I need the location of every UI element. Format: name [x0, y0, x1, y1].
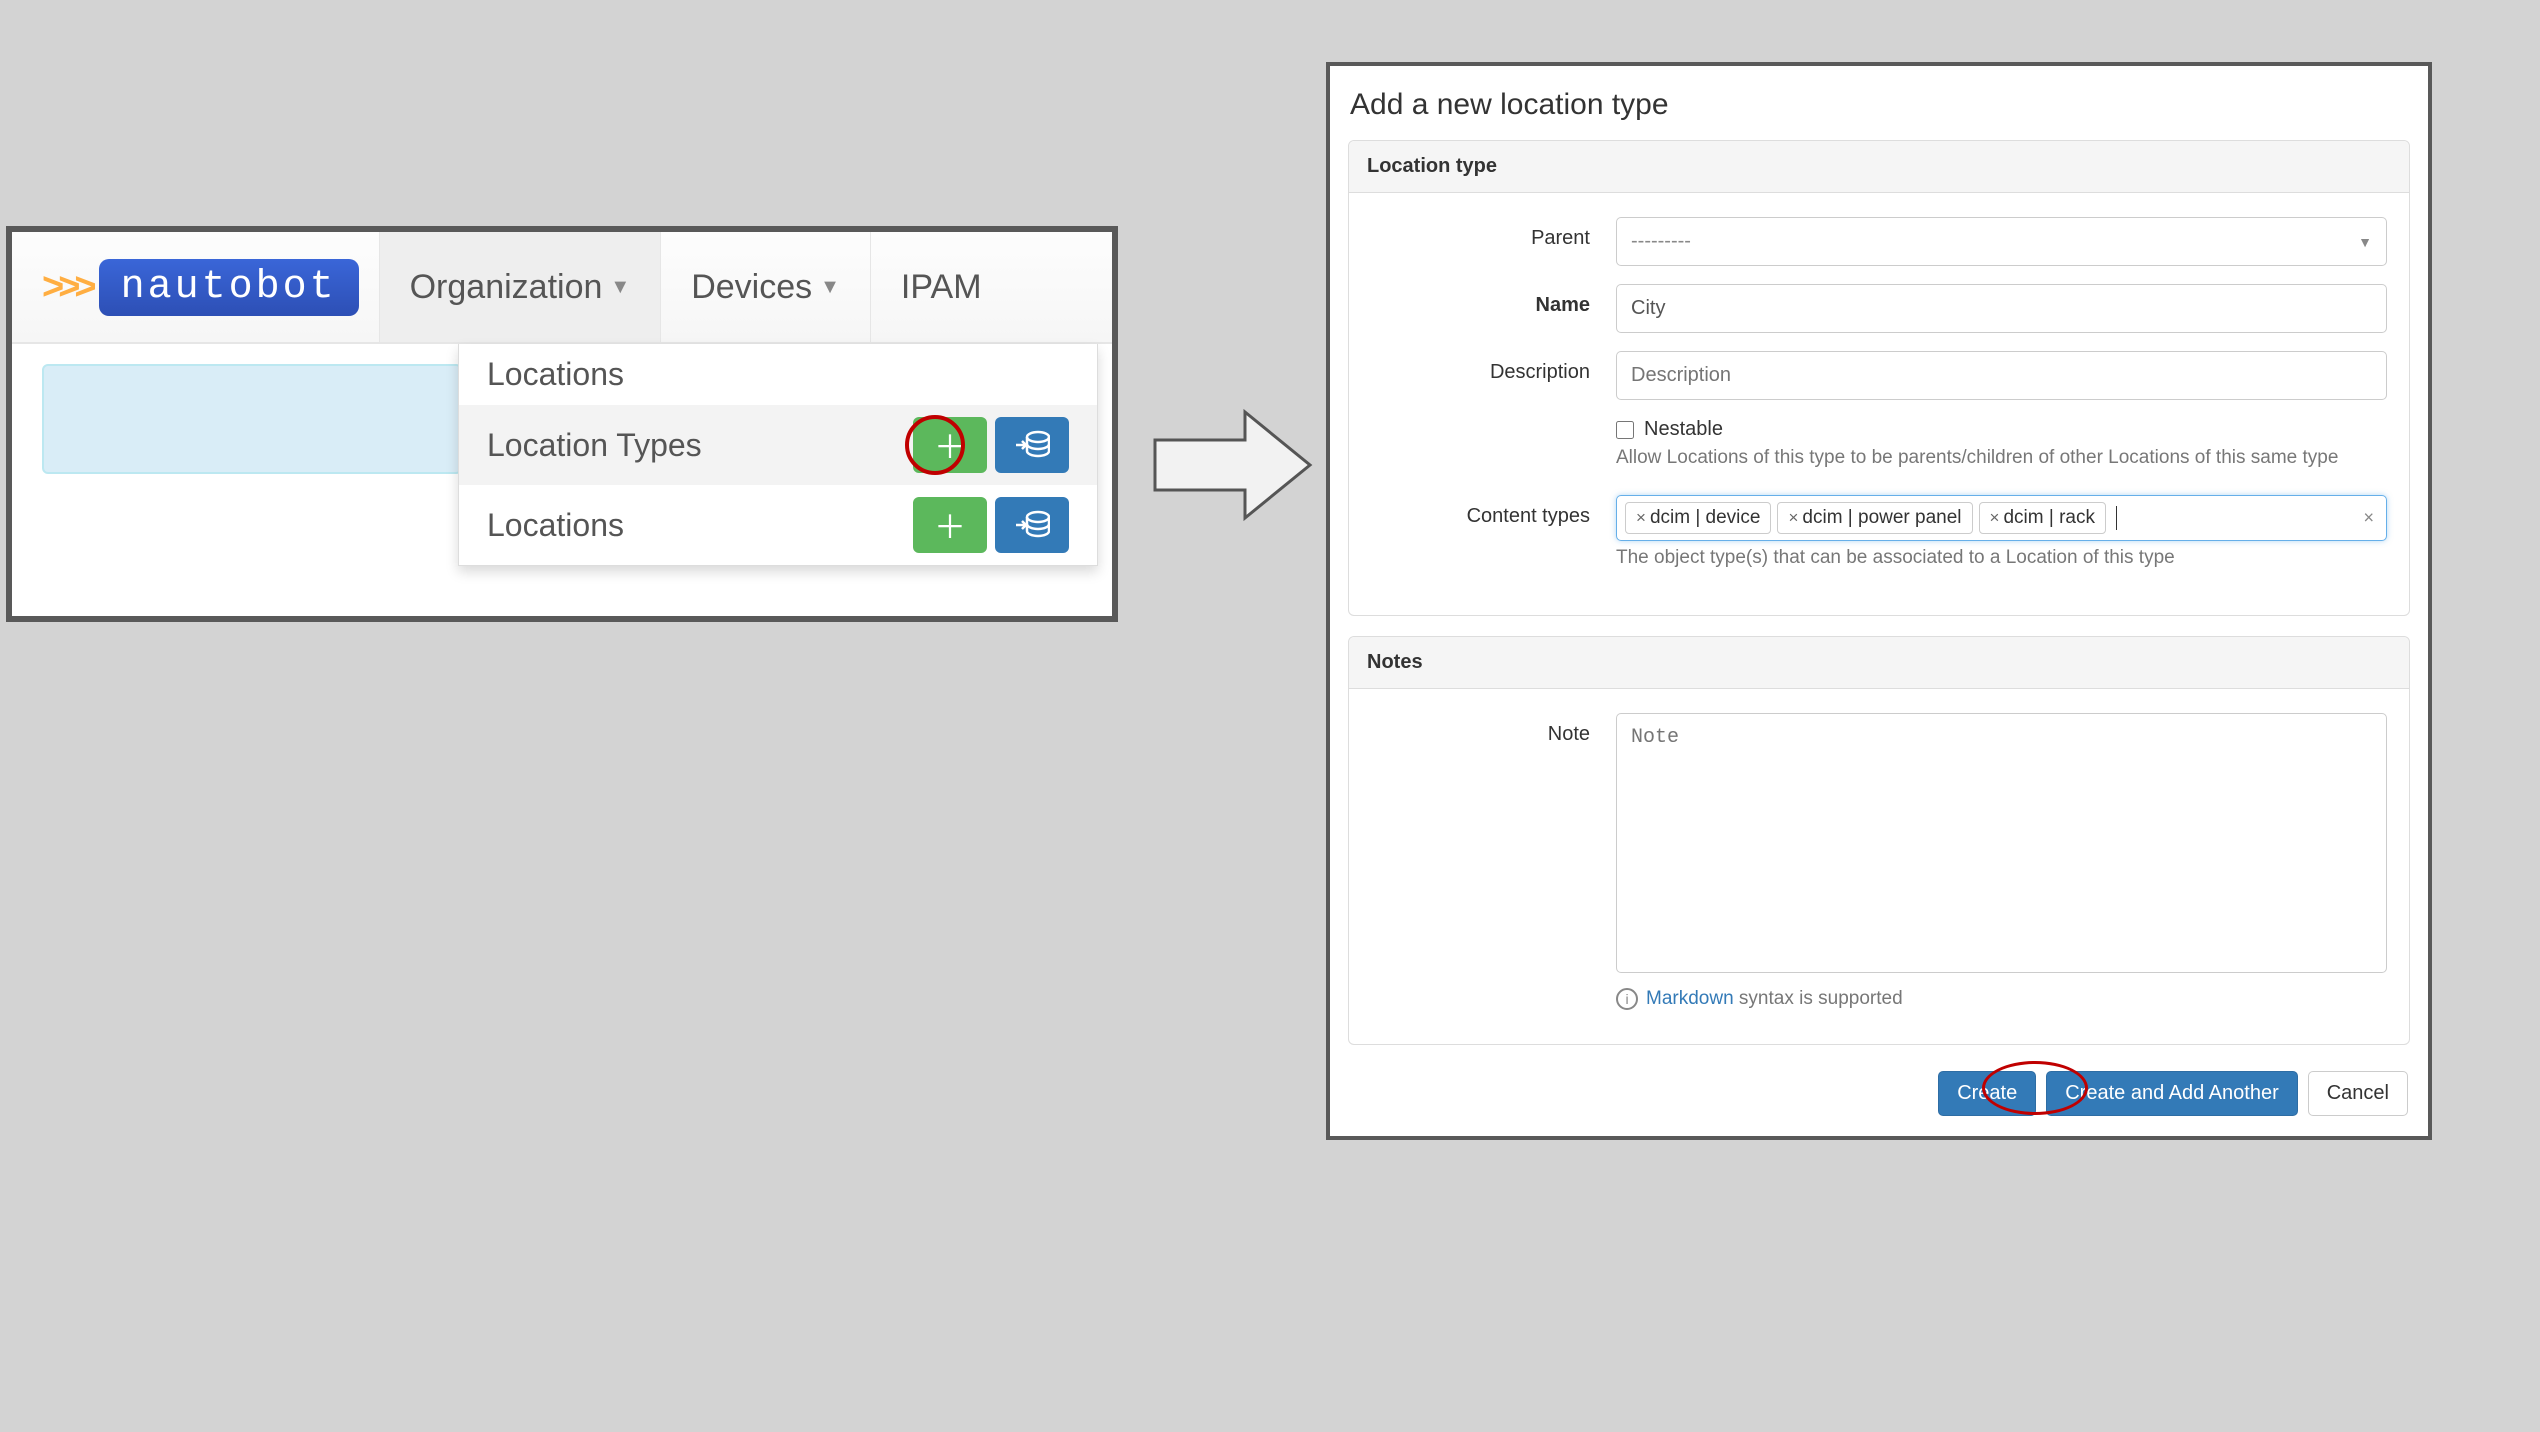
nav-devices-label: Devices [691, 268, 812, 307]
database-import-icon [1014, 430, 1050, 460]
dropdown-label: Location Types [487, 427, 702, 464]
panel-heading-location-type: Location type [1349, 141, 2409, 193]
parent-select-value: --------- [1631, 230, 1691, 253]
remove-tag-icon[interactable]: × [1788, 508, 1798, 528]
cancel-button[interactable]: Cancel [2308, 1071, 2408, 1116]
dropdown-actions: ＋ [913, 417, 1069, 473]
markdown-hint: i Markdown syntax is supported [1616, 988, 2387, 1010]
nav-ipam[interactable]: IPAM [870, 232, 1012, 342]
add-location-button[interactable]: ＋ [913, 497, 987, 553]
dropdown-label: Locations [487, 507, 624, 544]
nav-devices[interactable]: Devices ▼ [660, 232, 870, 342]
panel-location-type: Location type Parent --------- ▼ Name De [1348, 140, 2410, 616]
organization-dropdown: Locations Location Types ＋ Locatio [458, 344, 1098, 566]
database-import-icon [1014, 510, 1050, 540]
add-location-type-button[interactable]: ＋ [913, 417, 987, 473]
caret-down-icon: ▼ [610, 276, 630, 299]
flow-arrow-icon [1150, 400, 1320, 530]
note-textarea[interactable] [1616, 713, 2387, 973]
label-description: Description [1371, 351, 1616, 384]
import-location-type-button[interactable] [995, 417, 1069, 473]
nestable-label: Nestable [1644, 418, 1723, 441]
nav-organization-label: Organization [410, 268, 603, 307]
nestable-help: Allow Locations of this type to be paren… [1616, 447, 2387, 469]
info-icon: i [1616, 988, 1638, 1010]
clear-all-tags-icon[interactable]: × [2363, 508, 2374, 529]
panel-notes: Notes Note i Markdown syntax is supporte… [1348, 636, 2410, 1045]
description-input[interactable] [1616, 351, 2387, 400]
content-type-tag[interactable]: × dcim | rack [1979, 502, 2106, 534]
nav-ipam-label: IPAM [901, 268, 982, 307]
label-parent: Parent [1371, 217, 1616, 250]
page-title: Add a new location type [1348, 84, 2410, 140]
label-content-types: Content types [1371, 495, 1616, 528]
nav-screenshot-panel: >>> nautobot Organization ▼ Devices ▼ IP… [6, 226, 1118, 622]
brand-name: nautobot [99, 259, 359, 316]
tag-label: dcim | rack [2003, 507, 2095, 529]
caret-down-icon: ▼ [820, 276, 840, 299]
label-name: Name [1371, 284, 1616, 317]
form-panel: Add a new location type Location type Pa… [1326, 62, 2432, 1140]
nestable-checkbox-row[interactable]: Nestable [1616, 418, 2387, 441]
plus-icon: ＋ [934, 422, 966, 468]
brand[interactable]: >>> nautobot [12, 232, 379, 342]
content-types-select[interactable]: × dcim | device × dcim | power panel × d… [1616, 495, 2387, 541]
text-cursor-icon [2116, 506, 2117, 530]
markdown-link[interactable]: Markdown [1646, 988, 1734, 1009]
form-actions: Create Create and Add Another Cancel [1348, 1065, 2410, 1116]
parent-select[interactable]: --------- ▼ [1616, 217, 2387, 266]
panel-heading-notes: Notes [1349, 637, 2409, 689]
navbar: >>> nautobot Organization ▼ Devices ▼ IP… [12, 232, 1112, 344]
dropdown-item-locations-header: Locations [459, 344, 1097, 405]
dropdown-actions: ＋ [913, 497, 1069, 553]
remove-tag-icon[interactable]: × [1636, 508, 1646, 528]
label-note: Note [1371, 713, 1616, 746]
tag-label: dcim | device [1650, 507, 1761, 529]
dropdown-item-location-types[interactable]: Location Types ＋ [459, 405, 1097, 485]
info-alert [42, 364, 462, 474]
content-types-help: The object type(s) that can be associate… [1616, 547, 2387, 569]
caret-down-icon: ▼ [2358, 234, 2372, 250]
nestable-checkbox[interactable] [1616, 421, 1634, 439]
dropdown-label: Locations [487, 356, 624, 393]
nav-organization[interactable]: Organization ▼ [379, 232, 661, 342]
brand-chevrons-icon: >>> [42, 266, 91, 309]
tag-label: dcim | power panel [1802, 507, 1961, 529]
markdown-suffix: syntax is supported [1734, 988, 1903, 1009]
content-type-tag[interactable]: × dcim | power panel [1777, 502, 1972, 534]
content-type-tag[interactable]: × dcim | device [1625, 502, 1771, 534]
remove-tag-icon[interactable]: × [1990, 508, 2000, 528]
import-location-button[interactable] [995, 497, 1069, 553]
name-input[interactable] [1616, 284, 2387, 333]
plus-icon: ＋ [934, 502, 966, 548]
create-and-add-another-button[interactable]: Create and Add Another [2046, 1071, 2298, 1116]
dropdown-item-locations[interactable]: Locations ＋ [459, 485, 1097, 565]
create-button[interactable]: Create [1938, 1071, 2036, 1116]
